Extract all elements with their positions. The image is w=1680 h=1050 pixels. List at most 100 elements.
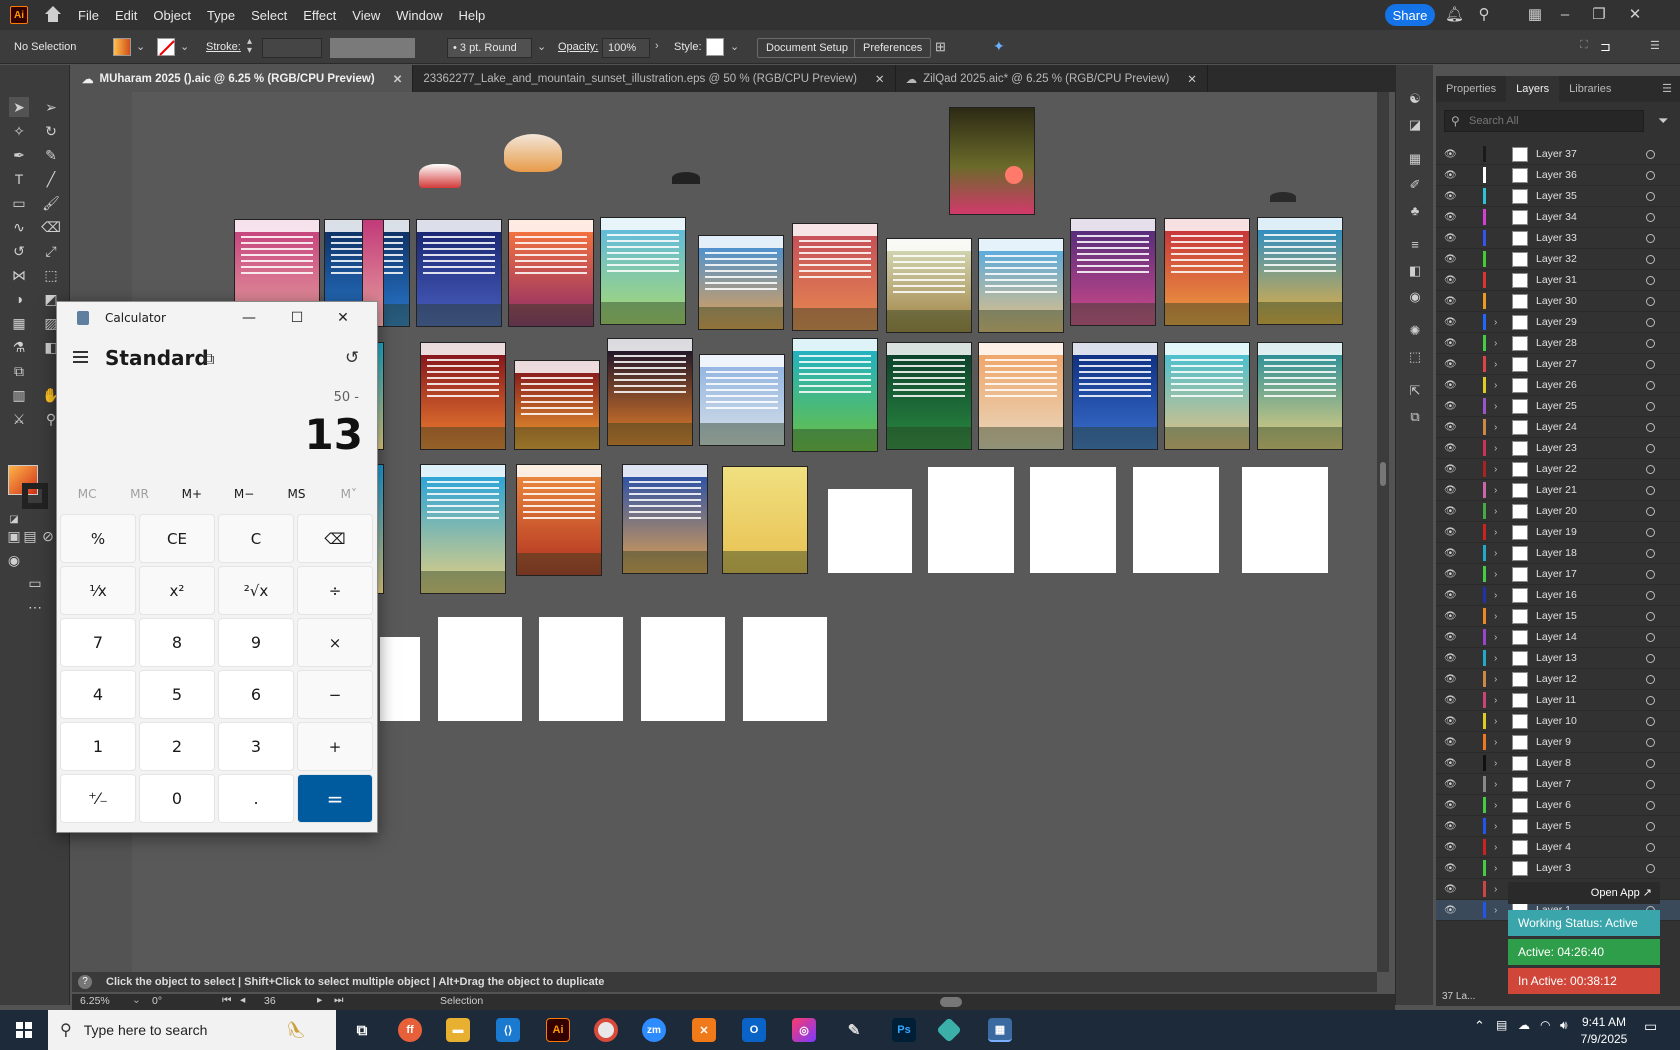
layer-name[interactable]: Layer 5: [1536, 820, 1571, 832]
graphic-styles-icon[interactable]: ⬚: [1407, 349, 1423, 365]
key-clear[interactable]: C: [218, 514, 294, 563]
layer-row[interactable]: 👁︎ Layer 37: [1436, 144, 1680, 165]
arrange-icon[interactable]: ⛶: [1580, 39, 1588, 52]
perspective-grid-tool-icon[interactable]: ▦: [9, 313, 29, 333]
empty-artboard[interactable]: [828, 489, 912, 573]
expand-chevron-icon[interactable]: ›: [1494, 401, 1497, 412]
artboard-number[interactable]: 36: [264, 995, 276, 1007]
visibility-eye-icon[interactable]: 👁︎: [1444, 611, 1458, 622]
expand-chevron-icon[interactable]: ›: [1494, 317, 1497, 328]
visibility-eye-icon[interactable]: 👁︎: [1444, 296, 1458, 307]
target-circle-icon[interactable]: [1646, 233, 1655, 243]
tab-zilqad[interactable]: ☁ ZilQad 2025.aic* @ 6.25 % (RGB/CPU Pre…: [896, 65, 1208, 92]
empty-artboard[interactable]: [641, 617, 725, 721]
open-app-button[interactable]: Open App ↗: [1508, 882, 1660, 904]
stroke-swatch[interactable]: [157, 38, 175, 56]
visibility-eye-icon[interactable]: 👁︎: [1444, 380, 1458, 391]
app-diamond-icon[interactable]: [936, 1017, 962, 1043]
empty-artboard[interactable]: [380, 637, 420, 721]
target-circle-icon[interactable]: [1646, 506, 1655, 516]
tab-layers[interactable]: Layers: [1506, 76, 1560, 102]
expand-chevron-icon[interactable]: ›: [1494, 338, 1497, 349]
menu-type[interactable]: Type: [207, 8, 235, 23]
horizontal-scroll-thumb[interactable]: [940, 997, 962, 1007]
brush-definition[interactable]: • 3 pt. Round: [447, 38, 532, 58]
layer-row[interactable]: 👁︎ Layer 30: [1436, 291, 1680, 312]
layer-row[interactable]: 👁︎ › Layer 16: [1436, 585, 1680, 606]
layers-search-input[interactable]: Search All: [1444, 110, 1644, 132]
width-tool-icon[interactable]: ⋈: [9, 265, 29, 285]
visibility-eye-icon[interactable]: 👁︎: [1444, 842, 1458, 853]
visibility-eye-icon[interactable]: 👁︎: [1444, 758, 1458, 769]
network-tray-icon[interactable]: ▤: [1496, 1018, 1507, 1032]
key-square[interactable]: x²: [139, 566, 215, 615]
taskbar-search[interactable]: ⚲ Type here to search 👠︎: [48, 1010, 336, 1050]
layer-name[interactable]: Layer 11: [1536, 694, 1576, 706]
menu-view[interactable]: View: [352, 8, 380, 23]
visibility-eye-icon[interactable]: 👁︎: [1444, 674, 1458, 685]
stroke-color-swatch[interactable]: [22, 483, 48, 509]
layer-row[interactable]: 👁︎ › Layer 25: [1436, 396, 1680, 417]
visibility-eye-icon[interactable]: 👁︎: [1444, 401, 1458, 412]
opacity-label[interactable]: Opacity:: [558, 41, 598, 53]
lasso-tool-icon[interactable]: ↻: [41, 121, 61, 141]
expand-chevron-icon[interactable]: ›: [1494, 821, 1497, 832]
target-circle-icon[interactable]: [1646, 401, 1655, 411]
type-tool-icon[interactable]: T: [9, 169, 29, 189]
key-0[interactable]: 0: [139, 774, 215, 823]
key-7[interactable]: 7: [60, 618, 136, 667]
artboard-thumbnail[interactable]: [698, 235, 784, 330]
target-circle-icon[interactable]: [1646, 338, 1655, 348]
expand-chevron-icon[interactable]: ›: [1494, 590, 1497, 601]
selection-tool-icon[interactable]: ➤: [9, 97, 29, 117]
visibility-eye-icon[interactable]: 👁︎: [1444, 485, 1458, 496]
gradient-panel-icon[interactable]: ◧: [1407, 263, 1423, 279]
align-icon[interactable]: ⊞: [935, 39, 946, 55]
visibility-eye-icon[interactable]: 👁︎: [1444, 317, 1458, 328]
none-mode-icon[interactable]: ⊘: [38, 526, 58, 546]
brush-dropdown-icon[interactable]: ⌄: [537, 40, 546, 53]
layer-row[interactable]: 👁︎ › Layer 3: [1436, 858, 1680, 879]
recolor-icon[interactable]: ✦: [993, 38, 1005, 55]
expand-chevron-icon[interactable]: ›: [1494, 716, 1497, 727]
artboard-thumbnail[interactable]: [886, 342, 972, 450]
menu-edit[interactable]: Edit: [115, 8, 137, 23]
key-9[interactable]: 9: [218, 618, 294, 667]
prev-artboard-icon[interactable]: ◂: [240, 994, 245, 1006]
magic-wand-tool-icon[interactable]: ✧: [9, 121, 29, 141]
layer-row[interactable]: 👁︎ › Layer 18: [1436, 543, 1680, 564]
target-circle-icon[interactable]: [1646, 275, 1655, 285]
graphic-style-swatch[interactable]: [706, 38, 724, 56]
appearance-icon[interactable]: ✺: [1407, 323, 1423, 339]
layer-name[interactable]: Layer 13: [1536, 652, 1577, 664]
target-circle-icon[interactable]: [1646, 359, 1655, 369]
visibility-eye-icon[interactable]: 👁︎: [1444, 548, 1458, 559]
filter-icon[interactable]: ⏷: [1658, 113, 1668, 129]
photoshop-icon[interactable]: Ps: [892, 1018, 916, 1042]
key-percent[interactable]: %: [60, 514, 136, 563]
visibility-eye-icon[interactable]: 👁︎: [1444, 632, 1458, 643]
clock-time[interactable]: 9:41 AM: [1578, 1015, 1630, 1029]
layer-name[interactable]: Layer 16: [1536, 589, 1577, 601]
visibility-eye-icon[interactable]: 👁︎: [1444, 464, 1458, 475]
artboard-thumbnail[interactable]: [1164, 218, 1250, 326]
cloud-tray-icon[interactable]: ☁: [1518, 1018, 1530, 1032]
rotate-tool-icon[interactable]: ↺: [9, 241, 29, 261]
blend-tool-icon[interactable]: ⧉: [9, 361, 29, 381]
layer-name[interactable]: Layer 8: [1536, 757, 1571, 769]
gradient-mode-icon[interactable]: ▤: [20, 526, 40, 546]
eyedropper-tool-icon[interactable]: ⚗: [9, 337, 29, 357]
target-circle-icon[interactable]: [1646, 443, 1655, 453]
rectangle-tool-icon[interactable]: ▭: [9, 193, 29, 213]
layer-name[interactable]: Layer 20: [1536, 505, 1577, 517]
visibility-eye-icon[interactable]: 👁︎: [1444, 737, 1458, 748]
share-button[interactable]: Share: [1385, 4, 1435, 26]
variable-width-profile[interactable]: [330, 38, 415, 58]
notifications-icon[interactable]: ▭: [1644, 1018, 1657, 1035]
expand-chevron-icon[interactable]: ›: [1494, 800, 1497, 811]
layer-name[interactable]: Layer 3: [1536, 862, 1571, 874]
expand-chevron-icon[interactable]: ›: [1494, 653, 1497, 664]
art-object[interactable]: [504, 134, 562, 172]
layer-row[interactable]: 👁︎ › Layer 27: [1436, 354, 1680, 375]
art-object[interactable]: [672, 172, 700, 184]
